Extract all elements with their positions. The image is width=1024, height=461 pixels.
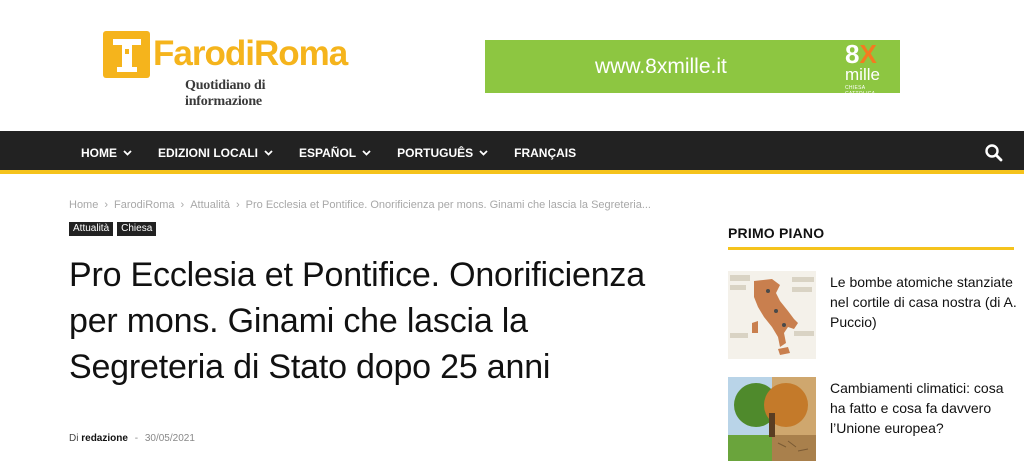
tree-climate-image[interactable] — [728, 377, 816, 461]
publish-date: 30/05/2021 — [144, 433, 195, 444]
sidebar-heading: PRIMO PIANO — [728, 225, 1014, 250]
category-tag-chiesa[interactable]: Chiesa — [117, 222, 157, 236]
nav-item-francais[interactable]: FRANÇAIS — [501, 131, 589, 174]
breadcrumb-farodiroma[interactable]: FarodiRoma — [114, 199, 175, 211]
ad-url-text: www.8xmille.it — [595, 55, 727, 78]
ad-brand-sub: CHIESA CATTOLICA — [845, 85, 876, 97]
chevron-down-icon — [479, 149, 488, 156]
nav-item-label: PORTUGUÊS — [397, 145, 474, 160]
article-meta: Di redazione - 30/05/2021 — [69, 433, 195, 444]
breadcrumb-current: Pro Ecclesia et Pontifice. Onorificienza… — [245, 199, 651, 211]
author-link[interactable]: redazione — [81, 433, 128, 444]
main-navigation: HOME EDIZIONI LOCALI ESPAÑOL PORTUGUÊS F… — [0, 131, 1024, 174]
italy-map-image[interactable] — [728, 271, 816, 359]
breadcrumb-separator: › — [235, 199, 240, 211]
sidebar-post[interactable]: Le bombe atomiche stanziate nel cortile … — [728, 271, 1018, 361]
nav-item-home[interactable]: HOME — [68, 131, 145, 174]
site-logo[interactable]: FarodiRoma Quotidiano di informazione — [103, 30, 348, 109]
site-header: FarodiRoma Quotidiano di informazione ww… — [0, 0, 1024, 131]
chevron-down-icon — [362, 149, 371, 156]
nav-item-portugues[interactable]: PORTUGUÊS — [384, 131, 501, 174]
chevron-down-icon — [264, 149, 273, 156]
category-tag-attualita[interactable]: Attualità — [69, 222, 114, 236]
breadcrumb: Home › FarodiRoma › Attualità › Pro Ecclesia e… — [69, 199, 651, 211]
ad-brand-logo: 8X mille CHIESA CATTOLICA — [841, 39, 897, 97]
nav-item-espanol[interactable]: ESPAÑOL — [286, 131, 384, 174]
chevron-down-icon — [123, 149, 132, 156]
ad-brand-word: mille — [845, 65, 880, 84]
article-categories: Attualità Chiesa — [69, 222, 157, 236]
breadcrumb-attualita[interactable]: Attualità — [190, 199, 230, 211]
logo-wordmark: FarodiRoma — [153, 34, 348, 73]
sidebar-post-title[interactable]: Cambiamenti climatici: cosa ha fatto e c… — [830, 378, 1018, 438]
nav-item-label: HOME — [81, 145, 117, 160]
sidebar-heading-label: PRIMO PIANO — [728, 225, 825, 241]
nav-item-edizioni-locali[interactable]: EDIZIONI LOCALI — [145, 131, 286, 174]
lighthouse-icon — [103, 31, 150, 78]
breadcrumb-separator: › — [104, 199, 109, 211]
article-title: Pro Ecclesia et Pontifice. Onorificienza… — [69, 256, 645, 386]
ad-banner[interactable]: www.8xmille.it 8X mille CHIESA CATTOLICA — [485, 39, 900, 97]
nav-item-label: FRANÇAIS — [514, 145, 577, 160]
breadcrumb-separator: › — [180, 199, 185, 211]
sidebar-post-title[interactable]: Le bombe atomiche stanziate nel cortile … — [830, 272, 1018, 332]
meta-separator: - — [134, 433, 139, 444]
search-icon[interactable] — [984, 143, 1004, 163]
nav-item-label: EDIZIONI LOCALI — [158, 145, 258, 160]
breadcrumb-home[interactable]: Home — [69, 199, 98, 211]
sidebar-post[interactable]: Cambiamenti climatici: cosa ha fatto e c… — [728, 377, 1018, 461]
logo-subtitle: Quotidiano di informazione — [185, 78, 266, 109]
nav-item-label: ESPAÑOL — [299, 145, 357, 160]
by-label: Di — [69, 433, 79, 444]
